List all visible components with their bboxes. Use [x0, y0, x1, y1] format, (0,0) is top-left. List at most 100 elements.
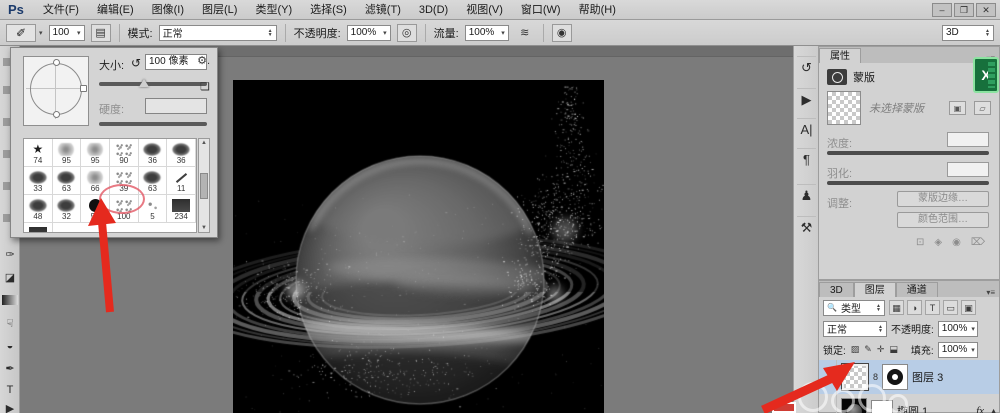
- mask-link-icon[interactable]: 8: [873, 372, 878, 382]
- reset-size-icon[interactable]: ↺: [131, 56, 141, 70]
- actions-panel-icon[interactable]: ▶: [797, 88, 816, 110]
- brush-tip-preview[interactable]: [23, 56, 89, 126]
- menu-item[interactable]: 类型(Y): [246, 0, 301, 20]
- tool-presets-panel-icon[interactable]: ⚒: [797, 216, 816, 238]
- menu-item[interactable]: 图层(L): [193, 0, 246, 20]
- brush-preset[interactable]: ★74: [24, 139, 53, 167]
- brush-preset[interactable]: 90: [110, 139, 139, 167]
- layer-thumbnail[interactable]: [882, 364, 908, 390]
- gear-icon[interactable]: ⚙.: [197, 54, 210, 67]
- brush-preset[interactable]: 32: [53, 195, 82, 223]
- scroll-down-icon[interactable]: ▼: [201, 225, 207, 231]
- menu-item[interactable]: 文件(F): [34, 0, 88, 20]
- new-brush-icon[interactable]: ❏: [200, 80, 210, 93]
- feather-input[interactable]: [947, 162, 989, 177]
- fill-combo[interactable]: 100% ▾: [938, 342, 978, 358]
- layer-opacity-combo[interactable]: 100% ▾: [938, 321, 978, 337]
- brush-preset[interactable]: 36: [139, 139, 168, 167]
- panel-menu-icon[interactable]: ▾≡: [982, 288, 999, 297]
- eraser-tool-icon[interactable]: ◪: [2, 268, 18, 286]
- flow-combo[interactable]: 100% ▾: [465, 25, 509, 41]
- pen-tool-icon[interactable]: ✒: [2, 359, 18, 377]
- menu-item[interactable]: 选择(S): [301, 0, 356, 20]
- close-button[interactable]: ✕: [976, 3, 996, 17]
- tip-handle-rotate[interactable]: [80, 85, 87, 92]
- brush-preset[interactable]: 234: [167, 195, 196, 223]
- tool-preset-dropdown-icon[interactable]: ▾: [39, 29, 43, 37]
- brush-preset[interactable]: 382: [24, 223, 53, 233]
- brush-preset[interactable]: 36: [167, 139, 196, 167]
- tab-layers[interactable]: 图层: [854, 282, 896, 297]
- layer-name[interactable]: 图层 3: [912, 369, 943, 385]
- load-mask-selection-icon[interactable]: ⊡: [916, 237, 924, 248]
- density-input[interactable]: [947, 132, 989, 147]
- filter-type-icon[interactable]: T: [925, 300, 940, 315]
- color-range-button[interactable]: 颜色范围…: [897, 212, 989, 228]
- lock-move-icon[interactable]: ✛: [876, 344, 886, 355]
- filter-shape-icon[interactable]: ▭: [943, 300, 958, 315]
- blend-mode-select[interactable]: 正常 ▲▼: [159, 25, 277, 41]
- menu-item[interactable]: 滤镜(T): [356, 0, 410, 20]
- menu-item[interactable]: 编辑(E): [88, 0, 143, 20]
- tab-properties[interactable]: 属性: [819, 48, 861, 63]
- clone-source-panel-icon[interactable]: ♟: [797, 184, 816, 206]
- type-tool-icon[interactable]: T: [2, 381, 18, 399]
- brush-preset[interactable]: 95: [53, 139, 82, 167]
- workspace-select[interactable]: 3D ▲▼: [942, 25, 994, 41]
- brush-size-combo[interactable]: 100 ▾: [49, 25, 85, 41]
- layer-blend-select[interactable]: 正常 ▲▼: [823, 321, 887, 337]
- filter-adjustment-icon[interactable]: ◑: [907, 300, 922, 315]
- mask-visibility-icon[interactable]: ◉: [952, 237, 961, 248]
- brush-preset[interactable]: 11: [167, 167, 196, 195]
- hardness-input[interactable]: [145, 98, 207, 114]
- tab-3d[interactable]: 3D: [819, 282, 854, 297]
- scroll-up-icon[interactable]: ▲: [201, 140, 207, 146]
- filter-image-icon[interactable]: ▦: [889, 300, 904, 315]
- lock-paint-icon[interactable]: ✎: [863, 344, 873, 355]
- brush-tool-icon[interactable]: ✐: [6, 24, 36, 42]
- size-slider-thumb[interactable]: [139, 79, 149, 87]
- brush-preset[interactable]: 48: [24, 195, 53, 223]
- menu-item[interactable]: 3D(D): [410, 0, 457, 20]
- brush-preset[interactable]: 63: [139, 167, 168, 195]
- apply-mask-icon[interactable]: ◈: [934, 237, 942, 248]
- delete-mask-icon[interactable]: ⌦: [971, 237, 985, 248]
- gradient-tool-icon[interactable]: [2, 295, 18, 305]
- toggle-brush-panel-button[interactable]: ▤: [91, 24, 111, 42]
- history-panel-icon[interactable]: ↺: [797, 56, 816, 78]
- dodge-tool-icon[interactable]: ◒: [2, 337, 18, 355]
- history-brush-tool-icon[interactable]: ✑: [2, 245, 18, 263]
- mask-edge-button[interactable]: 蒙版边缘…: [897, 191, 989, 207]
- brush-preset[interactable]: 95: [81, 139, 110, 167]
- menu-item[interactable]: 视图(V): [457, 0, 512, 20]
- smudge-tool-icon[interactable]: ☟: [2, 314, 18, 332]
- layer-filter-select[interactable]: 🔍 类型 ▲▼: [823, 300, 885, 316]
- airbrush-icon[interactable]: ≋: [515, 24, 535, 42]
- lock-transparency-icon[interactable]: ▨: [850, 344, 861, 355]
- tip-handle-top[interactable]: [53, 59, 60, 66]
- mask-thumbnail[interactable]: [827, 91, 861, 125]
- size-slider-track[interactable]: [99, 82, 207, 86]
- tab-channels[interactable]: 通道: [896, 282, 938, 297]
- hardness-slider-track[interactable]: [99, 122, 207, 126]
- filter-smart-object-icon[interactable]: ▣: [961, 300, 976, 315]
- menu-item[interactable]: 图像(I): [143, 0, 193, 20]
- brush-preset[interactable]: 33: [24, 167, 53, 195]
- minimize-button[interactable]: –: [932, 3, 952, 17]
- add-pixel-mask-icon[interactable]: ▣: [949, 101, 966, 115]
- brush-preset[interactable]: 63: [53, 167, 82, 195]
- feather-slider[interactable]: [827, 181, 989, 185]
- add-vector-mask-icon[interactable]: ▱: [974, 101, 991, 115]
- layer-effects-badge[interactable]: fx: [976, 405, 986, 413]
- scrollbar-thumb[interactable]: [200, 173, 208, 199]
- opacity-combo[interactable]: 100% ▾: [347, 25, 391, 41]
- density-slider[interactable]: [827, 151, 989, 155]
- lock-all-icon[interactable]: ⬓: [888, 344, 899, 355]
- menu-item[interactable]: 帮助(H): [570, 0, 625, 20]
- restore-button[interactable]: ❐: [954, 3, 974, 17]
- pressure-opacity-icon[interactable]: ◎: [397, 24, 417, 42]
- collapse-effects-icon[interactable]: ▲: [990, 408, 997, 413]
- pressure-size-icon[interactable]: ◉: [552, 24, 572, 42]
- tip-handle-bottom[interactable]: [53, 111, 60, 118]
- character-panel-icon[interactable]: A|: [797, 118, 816, 140]
